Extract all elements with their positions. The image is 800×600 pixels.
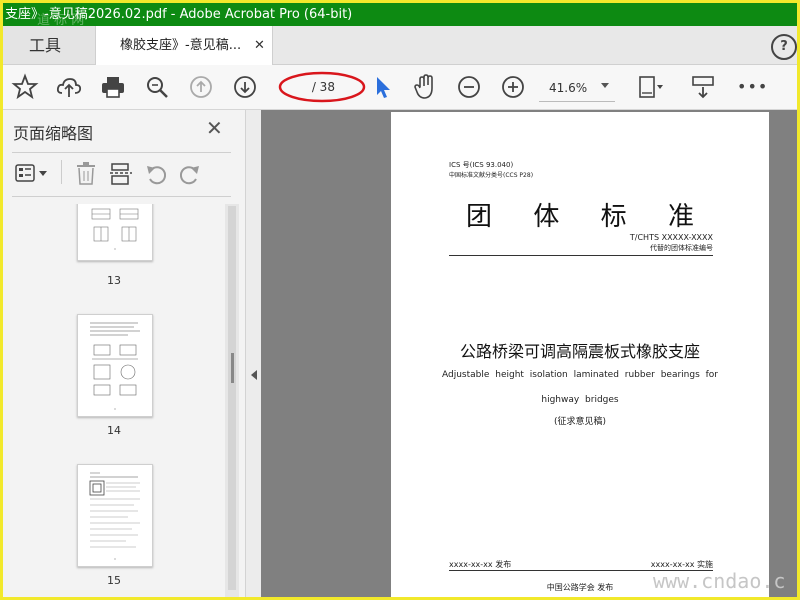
- title-bar: 支座》-意见稿2026.02.pdf - Adobe Acrobat Pro (…: [3, 3, 797, 26]
- page-total: / 38: [311, 80, 335, 94]
- zoom-out-icon[interactable]: [455, 73, 483, 101]
- zoom-in-icon[interactable]: [499, 73, 527, 101]
- page-number-box[interactable]: / 38: [278, 71, 370, 105]
- thumbnail-label: 15: [107, 574, 121, 587]
- zoom-search-icon[interactable]: [143, 73, 171, 101]
- page-ccs: 中国标准文献分类号(CCS P28): [449, 172, 534, 179]
- app-window: 支座》-意见稿2026.02.pdf - Adobe Acrobat Pro (…: [0, 0, 800, 600]
- divider: [61, 160, 62, 184]
- page-standard-code: T/CHTS XXXXX-XXXX: [629, 233, 713, 242]
- thumbnail-page[interactable]: [77, 464, 153, 567]
- page-ics: ICS 号(ICS 93.040): [449, 161, 514, 169]
- rotate-right-icon[interactable]: [177, 162, 201, 190]
- page-standard-title: 团 体 标 准: [466, 202, 694, 232]
- page-number-display: / 38: [288, 77, 358, 97]
- page-english-title-2: highway bridges: [541, 395, 619, 405]
- panel-title: 页面缩略图: [13, 124, 94, 143]
- thumbnail-page[interactable]: [77, 314, 153, 417]
- page-issue-date: xxxx-xx-xx 发布: [449, 560, 512, 569]
- star-icon[interactable]: [11, 73, 39, 101]
- divider: [449, 255, 713, 256]
- divider: [12, 196, 231, 197]
- page-up-icon[interactable]: [187, 73, 215, 101]
- zoom-value: 41.6%: [549, 81, 588, 95]
- more-icon[interactable]: •••: [737, 73, 767, 101]
- tab-row: 工具 橡胶支座》-意见稿... ✕ ?: [3, 26, 797, 65]
- page-replaces: 代替的团体标准编号: [650, 244, 713, 252]
- cloud-upload-icon[interactable]: [55, 73, 83, 101]
- zoom-select[interactable]: 41.6%: [539, 75, 615, 102]
- rotate-left-icon[interactable]: [145, 162, 169, 190]
- divider: [12, 152, 231, 153]
- select-cursor-icon[interactable]: [369, 73, 397, 101]
- scroll-mode-icon[interactable]: [689, 73, 717, 101]
- thumbnail-label: 14: [107, 424, 121, 437]
- panel-close-icon[interactable]: ✕: [206, 116, 223, 140]
- scrollbar-thumb[interactable]: [228, 206, 236, 590]
- thumbnail-list: 13 14 15: [3, 204, 223, 597]
- thumbnail-page[interactable]: [77, 204, 153, 261]
- delete-page-icon[interactable]: [75, 162, 97, 190]
- document-view: ICS 号(ICS 93.040) 中国标准文献分类号(CCS P28) 团 体…: [261, 110, 797, 597]
- page-main-title: 公路桥梁可调高隔震板式橡胶支座: [459, 342, 700, 361]
- watermark: www.cndao.c: [653, 569, 786, 593]
- help-icon[interactable]: ?: [771, 34, 797, 60]
- panel-resize-handle[interactable]: [231, 353, 234, 383]
- chevron-down-icon: [601, 83, 609, 88]
- page-english-title: Adjustable height isolation laminated ru…: [442, 370, 718, 380]
- hand-icon[interactable]: [411, 73, 439, 101]
- tab-close-icon[interactable]: ✕: [254, 26, 265, 66]
- print-icon[interactable]: [99, 73, 127, 101]
- pdf-page: ICS 号(ICS 93.040) 中国标准文献分类号(CCS P28) 团 体…: [391, 112, 769, 597]
- panel-toolbar: [11, 158, 231, 188]
- tab-document[interactable]: 橡胶支座》-意见稿... ✕: [95, 26, 273, 65]
- extract-page-icon[interactable]: [109, 162, 133, 190]
- page-down-icon[interactable]: [231, 73, 259, 101]
- page-draft-label: (征求意见稿): [553, 417, 607, 427]
- page-fit-icon[interactable]: [635, 73, 663, 101]
- tab-document-label: 橡胶支座》-意见稿...: [120, 38, 242, 53]
- thumbnail-panel: 页面缩略图 ✕ 13 14 15: [3, 110, 246, 597]
- collapse-panel-icon[interactable]: [247, 360, 261, 390]
- tab-tools[interactable]: 工具: [3, 26, 95, 64]
- toolbar: •••: [3, 65, 797, 110]
- watermark-top: 道 标 网: [37, 13, 85, 26]
- thumbnail-label: 13: [107, 274, 121, 287]
- options-menu-icon[interactable]: [15, 162, 51, 188]
